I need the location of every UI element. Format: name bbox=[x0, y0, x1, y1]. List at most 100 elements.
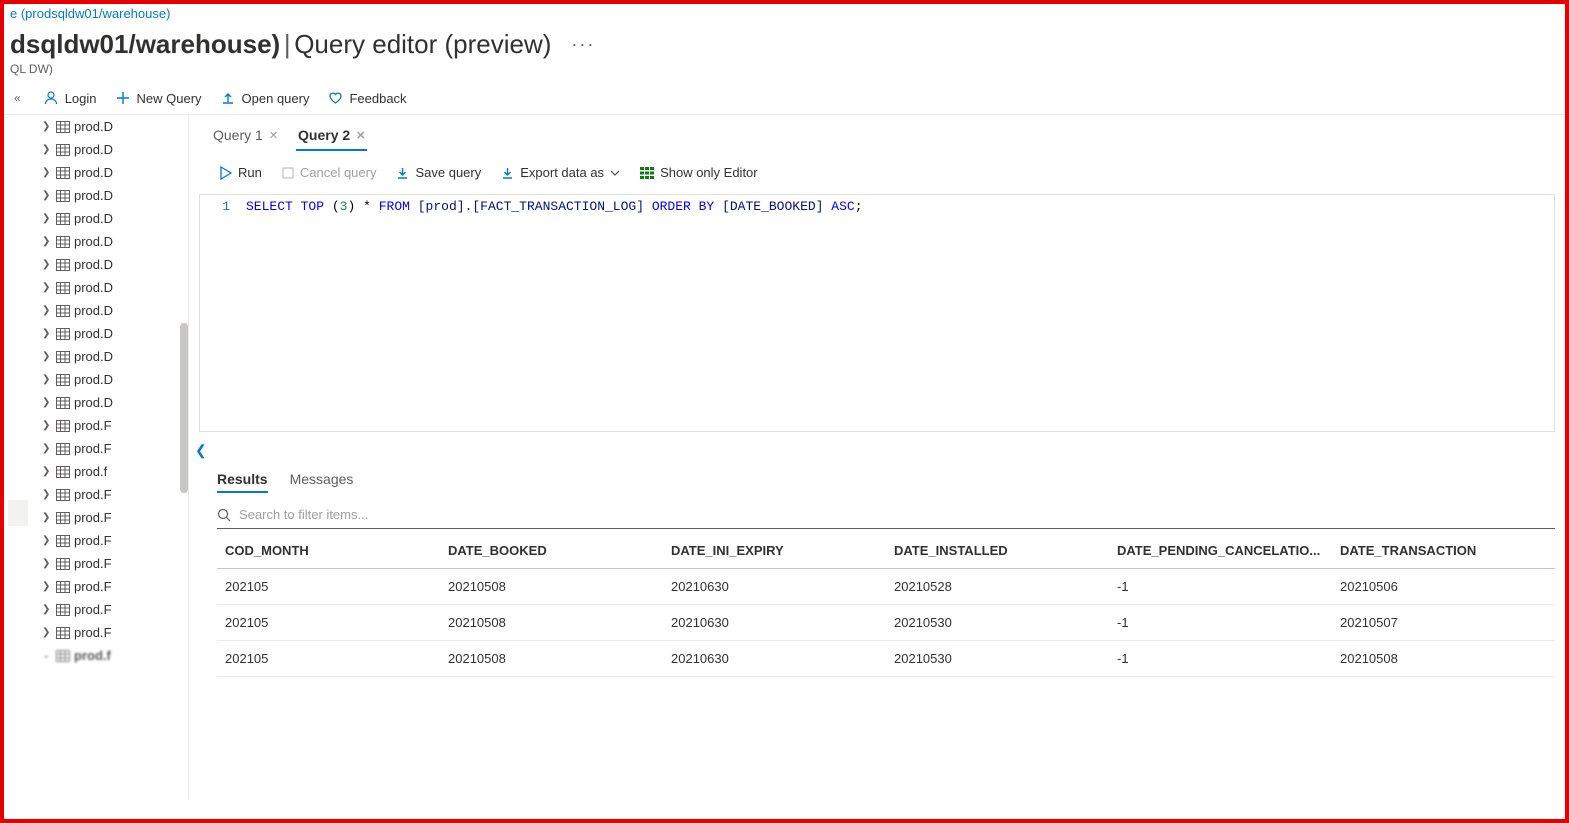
sql-editor[interactable]: 1 SELECT TOP (3) * FROM [prod].[FACT_TRA… bbox=[199, 194, 1555, 432]
tab-messages[interactable]: Messages bbox=[290, 467, 354, 493]
tree-item[interactable]: ❯prod.D bbox=[32, 115, 188, 138]
chevron-right-icon: ❯ bbox=[42, 443, 52, 454]
header-section-name: Query editor (preview) bbox=[294, 29, 551, 59]
tree-item[interactable]: ❯prod.F bbox=[32, 529, 188, 552]
table-row[interactable]: 202105202105082021063020210530-120210508 bbox=[217, 641, 1555, 677]
grid-icon bbox=[640, 167, 654, 179]
column-header[interactable]: DATE_INSTALLED bbox=[886, 533, 1109, 569]
table-cell: 202105 bbox=[217, 605, 440, 641]
breadcrumb[interactable]: e (prodsqldw01/warehouse) bbox=[4, 4, 1565, 23]
tab-label: Query 1 bbox=[213, 127, 263, 143]
tab-results[interactable]: Results bbox=[217, 467, 268, 493]
column-header[interactable]: DATE_BOOKED bbox=[440, 533, 663, 569]
tree-item[interactable]: ⌄prod.f bbox=[32, 644, 188, 667]
query-tab[interactable]: Query 2 ✕ bbox=[296, 121, 367, 151]
table-cell: 20210506 bbox=[1332, 569, 1555, 605]
tree-item[interactable]: ❯prod.D bbox=[32, 322, 188, 345]
tree-item[interactable]: ❯prod.D bbox=[32, 207, 188, 230]
feedback-button[interactable]: Feedback bbox=[327, 90, 406, 106]
open-query-button[interactable]: Open query bbox=[220, 90, 310, 106]
table-cell: -1 bbox=[1109, 569, 1332, 605]
chevron-right-icon: ❯ bbox=[42, 144, 52, 155]
table-icon bbox=[56, 259, 70, 271]
collapse-results-icon[interactable]: ❮ bbox=[189, 432, 1565, 459]
more-actions-icon[interactable]: ··· bbox=[565, 34, 595, 55]
tree-item[interactable]: ❯prod.D bbox=[32, 161, 188, 184]
tree-item[interactable]: ❯prod.D bbox=[32, 276, 188, 299]
login-label: Login bbox=[65, 91, 97, 106]
save-query-button[interactable]: Save query bbox=[396, 165, 481, 180]
column-header[interactable]: DATE_TRANSACTION bbox=[1332, 533, 1555, 569]
table-icon bbox=[56, 420, 70, 432]
new-query-button[interactable]: New Query bbox=[115, 90, 202, 106]
login-button[interactable]: Login bbox=[43, 90, 97, 106]
tab-label: Query 2 bbox=[298, 127, 350, 143]
table-row[interactable]: 202105202105082021063020210530-120210507 bbox=[217, 605, 1555, 641]
tree-item-label: prod.F bbox=[74, 510, 112, 525]
header-subtitle: QL DW) bbox=[4, 62, 1565, 82]
run-button[interactable]: Run bbox=[219, 165, 262, 180]
tree-item[interactable]: ❯prod.D bbox=[32, 368, 188, 391]
table-icon bbox=[56, 374, 70, 386]
results-search[interactable] bbox=[217, 497, 1555, 529]
chevron-right-icon: ❯ bbox=[42, 351, 52, 362]
query-tab[interactable]: Query 1 ✕ bbox=[211, 121, 280, 151]
tree-item-label: prod.F bbox=[74, 441, 112, 456]
tree-item[interactable]: ❯prod.F bbox=[32, 598, 188, 621]
close-icon[interactable]: ✕ bbox=[269, 129, 278, 142]
tree-item[interactable]: ❯prod.F bbox=[32, 483, 188, 506]
tree-item[interactable]: ❯prod.F bbox=[32, 506, 188, 529]
command-bar: « Login New Query Open query Feedback bbox=[4, 82, 1565, 115]
table-icon bbox=[56, 558, 70, 570]
tree-scrollbar[interactable] bbox=[180, 323, 188, 493]
column-header[interactable]: DATE_PENDING_CANCELATIO... bbox=[1109, 533, 1332, 569]
tree-item[interactable]: ❯prod.D bbox=[32, 345, 188, 368]
plus-icon bbox=[115, 90, 131, 106]
play-icon bbox=[219, 166, 232, 180]
column-header[interactable]: COD_MONTH bbox=[217, 533, 440, 569]
sql-code-line[interactable]: SELECT TOP (3) * FROM [prod].[FACT_TRANS… bbox=[240, 195, 863, 431]
tree-item[interactable]: ❯prod.F bbox=[32, 552, 188, 575]
table-cell: 20210508 bbox=[440, 569, 663, 605]
cancel-query-button: Cancel query bbox=[282, 165, 377, 180]
tree-item-label: prod.D bbox=[74, 280, 113, 295]
tree-item[interactable]: ❯ prod.F bbox=[32, 437, 188, 460]
table-row[interactable]: 202105202105082021063020210528-120210506 bbox=[217, 569, 1555, 605]
tree-item[interactable]: ❯prod.F bbox=[32, 575, 188, 598]
tree-item[interactable]: ❯prod.f bbox=[32, 460, 188, 483]
table-icon bbox=[56, 328, 70, 340]
tree-item[interactable]: ❯prod.D bbox=[32, 253, 188, 276]
column-header[interactable]: DATE_INI_EXPIRY bbox=[663, 533, 886, 569]
tree-item[interactable]: ❯prod.D bbox=[32, 299, 188, 322]
table-icon bbox=[56, 305, 70, 317]
table-cell: 20210507 bbox=[1332, 605, 1555, 641]
tree-item[interactable]: ❯prod.D bbox=[32, 138, 188, 161]
collapse-nav-icon[interactable]: « bbox=[10, 91, 25, 105]
table-cell: 20210528 bbox=[886, 569, 1109, 605]
chevron-right-icon: ❯ bbox=[42, 558, 52, 569]
page-header: dsqldw01/warehouse) | Query editor (prev… bbox=[4, 23, 1565, 62]
results-search-input[interactable] bbox=[239, 507, 1555, 522]
tree-item-label: prod.D bbox=[74, 257, 113, 272]
table-icon bbox=[56, 282, 70, 294]
tree-item-label: prod.F bbox=[74, 418, 112, 433]
close-icon[interactable]: ✕ bbox=[356, 129, 365, 142]
table-icon bbox=[56, 627, 70, 639]
object-explorer[interactable]: ❯prod.D❯prod.D❯prod.D❯prod.D❯prod.D❯prod… bbox=[32, 115, 188, 800]
chevron-right-icon: ❯ bbox=[42, 190, 52, 201]
cancel-label: Cancel query bbox=[300, 165, 377, 180]
show-only-editor-button[interactable]: Show only Editor bbox=[640, 165, 758, 180]
tree-item[interactable]: ❯prod.F bbox=[32, 621, 188, 644]
tree-item[interactable]: ❯prod.D bbox=[32, 230, 188, 253]
search-icon bbox=[217, 508, 231, 522]
export-data-button[interactable]: Export data as bbox=[501, 165, 620, 180]
chevron-right-icon: ❯ bbox=[42, 167, 52, 178]
tree-item[interactable]: ❯prod.F bbox=[32, 414, 188, 437]
editor-area: Query 1 ✕ Query 2 ✕ Run Cancel query Save q… bbox=[188, 115, 1565, 800]
tree-item[interactable]: ❯prod.D bbox=[32, 184, 188, 207]
query-tabs: Query 1 ✕ Query 2 ✕ bbox=[189, 115, 1565, 151]
table-cell: 20210508 bbox=[1332, 641, 1555, 677]
download-icon bbox=[396, 166, 409, 180]
chevron-right-icon: ❯ bbox=[42, 535, 52, 546]
tree-item[interactable]: ❯prod.D bbox=[32, 391, 188, 414]
